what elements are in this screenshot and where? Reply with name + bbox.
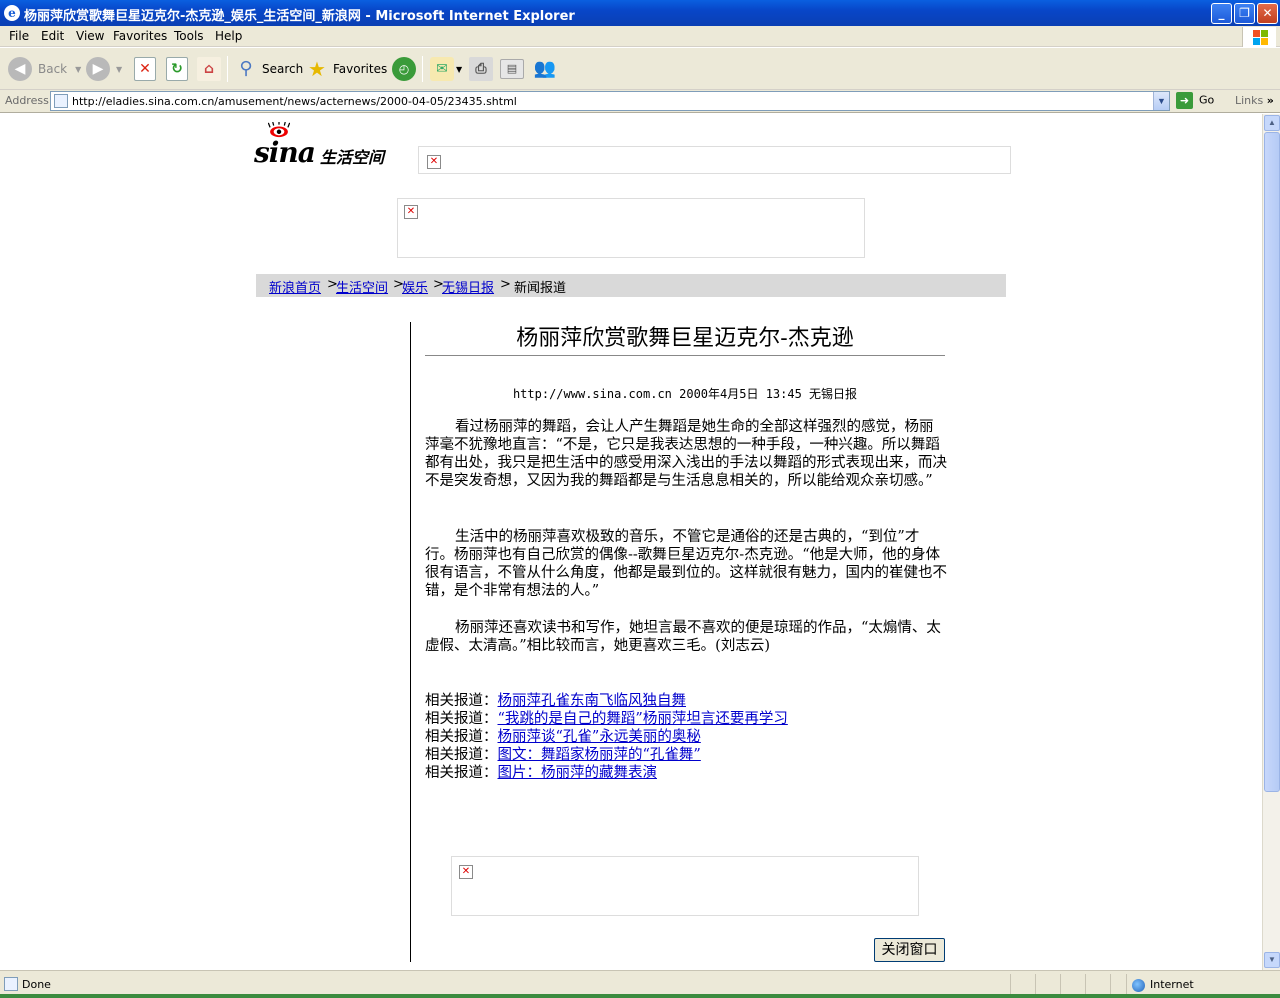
- address-input[interactable]: http://eladies.sina.com.cn/amusement/new…: [50, 91, 1170, 111]
- breadcrumb: 新浪首页 > 生活空间 > 娱乐 > 无锡日报 > 新闻报道: [256, 274, 1006, 297]
- article-title: 杨丽萍欣赏歌舞巨星迈克尔-杰克逊: [516, 326, 854, 351]
- menu-bar: File Edit View Favorites Tools Help: [0, 26, 1280, 47]
- broken-image-icon: ✕: [404, 205, 418, 219]
- forward-arrow-icon: ▶: [86, 57, 110, 81]
- related-link[interactable]: 图片：杨丽萍的藏舞表演: [498, 765, 658, 781]
- close-page-button[interactable]: 关闭窗口: [874, 938, 945, 962]
- mail-icon: ✉: [430, 57, 454, 81]
- sina-logo-word: sina: [254, 136, 316, 169]
- related-item: 相关报道：杨丽萍谈“孔雀”永远美丽的奥秘: [425, 729, 701, 745]
- back-button[interactable]: ◀ Back ▼: [8, 54, 81, 84]
- refresh-icon: ↻: [166, 57, 188, 81]
- broken-image-icon: ✕: [427, 155, 441, 169]
- related-link[interactable]: 杨丽萍孔雀东南飞临风独自舞: [498, 693, 687, 709]
- related-link[interactable]: 杨丽萍谈“孔雀”永远美丽的奥秘: [498, 729, 701, 745]
- article-paragraph: 生活中的杨丽萍喜欢极致的音乐，不管它是通俗的还是古典的，“到位”才行。杨丽萍也有…: [425, 529, 947, 599]
- status-text: Done: [22, 978, 51, 991]
- scroll-down-icon[interactable]: ▼: [1264, 952, 1280, 968]
- address-url[interactable]: http://eladies.sina.com.cn/amusement/new…: [72, 95, 517, 108]
- maximize-button[interactable]: ❐: [1234, 3, 1255, 24]
- home-button[interactable]: ⌂: [197, 54, 221, 84]
- breadcrumb-current: 新闻报道: [514, 281, 567, 296]
- stop-button[interactable]: ✕: [134, 54, 156, 84]
- security-zone[interactable]: Internet: [1132, 978, 1194, 992]
- breadcrumb-home[interactable]: 新浪首页: [269, 281, 321, 296]
- scroll-up-icon[interactable]: ▲: [1264, 115, 1280, 131]
- menu-file[interactable]: File: [9, 29, 29, 43]
- history-button[interactable]: ◴: [392, 54, 416, 84]
- address-bar: Address http://eladies.sina.com.cn/amuse…: [0, 90, 1280, 113]
- search-button[interactable]: ⚲ Search: [234, 54, 303, 84]
- chevron-right-icon: »: [1266, 94, 1274, 107]
- page-icon: [54, 94, 68, 108]
- related-item: 相关报道：杨丽萍孔雀东南飞临风独自舞: [425, 693, 687, 709]
- toolbar-separator: [227, 56, 228, 82]
- broken-image-icon: ✕: [459, 865, 473, 879]
- print-button[interactable]: ⎙: [469, 54, 493, 84]
- scrollbar-thumb[interactable]: [1264, 132, 1280, 792]
- menu-view[interactable]: View: [76, 29, 104, 43]
- favorites-star-icon: ★: [308, 57, 326, 81]
- breadcrumb-entertainment[interactable]: 娱乐: [402, 281, 428, 296]
- title-bar: e 杨丽萍欣赏歌舞巨星迈克尔-杰克逊_娱乐_生活空间_新浪网 - Microso…: [0, 0, 1280, 26]
- window-title: 杨丽萍欣赏歌舞巨星迈克尔-杰克逊_娱乐_生活空间_新浪网 - Microsoft…: [24, 9, 575, 24]
- forward-dropdown-icon[interactable]: ▼: [116, 65, 122, 74]
- title-divider: [425, 355, 945, 356]
- breadcrumb-life[interactable]: 生活空间: [336, 281, 388, 296]
- menu-help[interactable]: Help: [215, 29, 242, 43]
- related-item: 相关报道：图文：舞蹈家杨丽萍的“孔雀舞”: [425, 747, 701, 763]
- sina-logo[interactable]: sina 生活空间: [254, 122, 414, 170]
- globe-icon: [1132, 978, 1145, 992]
- article-paragraph: 杨丽萍还喜欢读书和写作，她坦言最不喜欢的便是琼瑶的作品，“太煽情、太虚假、太清高…: [425, 620, 941, 654]
- sina-logo-subtitle: 生活空间: [320, 148, 385, 167]
- toolbar-separator: [422, 56, 423, 82]
- header-banner-ad[interactable]: ✕: [397, 198, 865, 258]
- bottom-banner-ad[interactable]: ✕: [451, 856, 919, 916]
- messenger-icon: 👥: [533, 58, 557, 79]
- ie-icon[interactable]: e: [4, 5, 20, 21]
- top-banner-ad[interactable]: ✕: [418, 146, 1011, 174]
- history-icon: ◴: [392, 57, 416, 81]
- refresh-button[interactable]: ↻: [166, 54, 188, 84]
- favorites-button[interactable]: ★ Favorites: [305, 54, 387, 84]
- go-arrow-icon: ➜: [1176, 92, 1193, 109]
- mail-button[interactable]: ✉ ▼: [430, 54, 462, 84]
- windows-logo-icon: [1242, 27, 1276, 47]
- menu-favorites[interactable]: Favorites: [113, 29, 167, 43]
- breadcrumb-newspaper[interactable]: 无锡日报: [442, 281, 494, 296]
- mail-dropdown-icon[interactable]: ▼: [456, 65, 462, 74]
- standard-toolbar: ◀ Back ▼ ▶ ▼ ✕ ↻ ⌂ ⚲ Search ★ Favorites …: [0, 48, 1280, 90]
- column-divider: [410, 322, 411, 962]
- home-icon: ⌂: [197, 57, 221, 81]
- menu-edit[interactable]: Edit: [41, 29, 64, 43]
- back-dropdown-icon[interactable]: ▼: [75, 65, 81, 74]
- page-viewport: sina 生活空间 ✕ ✕ 新浪首页 > 生活空间 > 娱乐 > 无锡日报 > …: [0, 114, 1262, 970]
- minimize-button[interactable]: _: [1211, 3, 1232, 24]
- related-item: 相关报道：“我跳的是自己的舞蹈”杨丽萍坦言还要再学习: [425, 711, 788, 727]
- forward-button[interactable]: ▶ ▼: [86, 54, 122, 84]
- menu-tools[interactable]: Tools: [174, 29, 204, 43]
- related-link[interactable]: 图文：舞蹈家杨丽萍的“孔雀舞”: [498, 747, 701, 763]
- address-label: Address: [5, 94, 49, 107]
- go-button[interactable]: ➜ Go: [1176, 92, 1214, 109]
- related-item: 相关报道：图片：杨丽萍的藏舞表演: [425, 765, 658, 781]
- edit-button[interactable]: ▤: [500, 54, 524, 84]
- taskbar-edge: [0, 994, 1280, 998]
- messenger-button[interactable]: 👥: [533, 54, 557, 84]
- back-arrow-icon: ◀: [8, 57, 32, 81]
- vertical-scrollbar[interactable]: ▲ ▼: [1262, 114, 1280, 970]
- related-link[interactable]: “我跳的是自己的舞蹈”杨丽萍坦言还要再学习: [498, 711, 788, 727]
- edit-page-icon: ▤: [500, 59, 524, 79]
- page-done-icon: [4, 977, 18, 991]
- links-button[interactable]: Links »: [1235, 94, 1274, 107]
- address-dropdown-icon[interactable]: ▼: [1153, 92, 1169, 110]
- article-paragraph: 看过杨丽萍的舞蹈，会让人产生舞蹈是她生命的全部这样强烈的感觉，杨丽萍毫不犹豫地直…: [425, 419, 947, 489]
- close-window-button[interactable]: ✕: [1257, 3, 1278, 24]
- print-icon: ⎙: [469, 57, 493, 81]
- stop-icon: ✕: [134, 57, 156, 81]
- search-icon: ⚲: [239, 58, 253, 79]
- article-source: http://www.sina.com.cn 2000年4月5日 13:45 无…: [512, 387, 858, 401]
